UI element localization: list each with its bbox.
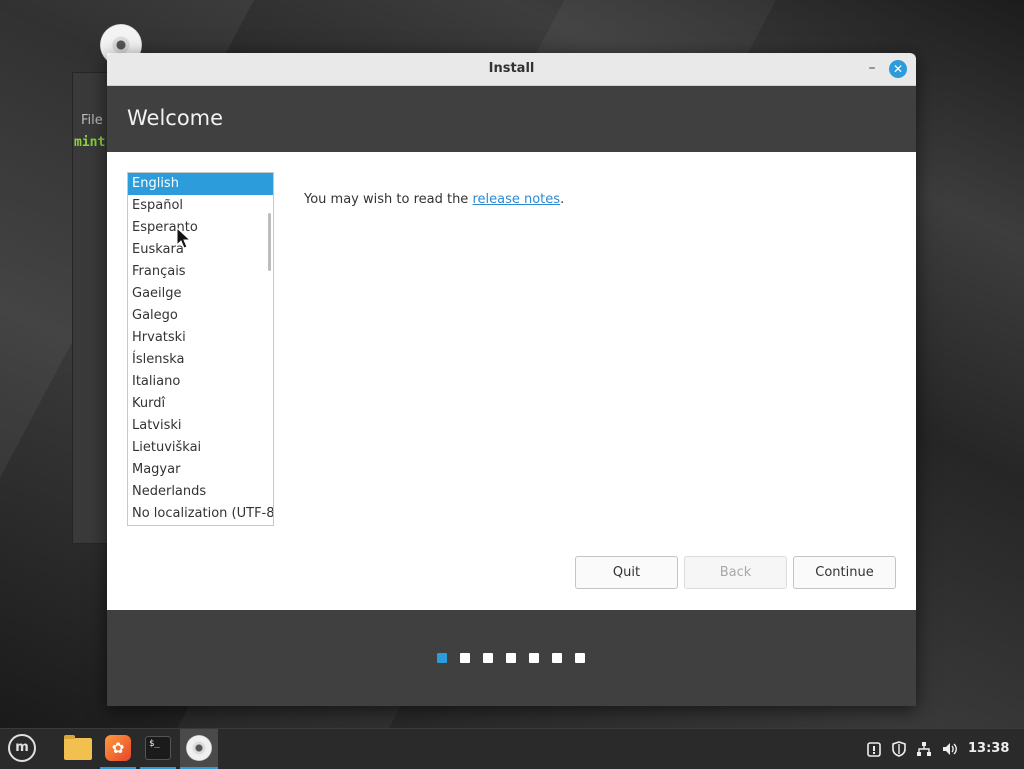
volume-icon[interactable] [939,729,961,769]
network-icon[interactable] [914,729,934,769]
firefox-launcher[interactable]: ✿ [100,729,136,769]
terminal-launcher[interactable]: $_ [140,729,176,769]
progress-step-dot [575,653,585,663]
taskbar: m ✿ $_ 13:38 [0,728,1024,769]
mint-menu-button[interactable]: m [4,729,40,769]
language-item[interactable]: No localization (UTF-8) [128,503,273,525]
language-item[interactable]: Español [128,195,273,217]
content-area: English Español Esperanto Euskara Français Ga… [107,152,916,610]
progress-step-dot [552,653,562,663]
shield-icon[interactable] [889,729,909,769]
progress-step-dot [506,653,516,663]
back-button[interactable]: Back [684,556,787,589]
release-notes-suffix: . [560,192,565,207]
progress-indicator [437,653,585,663]
language-item[interactable]: Latviski [128,415,273,437]
language-item[interactable]: Italiano [128,371,273,393]
language-item[interactable]: English [128,173,273,195]
terminal-prompt: mint [74,135,106,150]
language-list-scrollbar[interactable] [268,213,271,271]
progress-step-dot [437,653,447,663]
footer [107,610,916,706]
page-header: Welcome [107,86,916,152]
titlebar[interactable]: Install – ✕ [107,53,916,86]
language-item[interactable]: Kurdî [128,393,273,415]
language-item[interactable]: Français [128,261,273,283]
terminal-icon: $_ [145,736,171,760]
progress-step-dot [460,653,470,663]
terminal-menu-file[interactable]: File [81,113,103,128]
firefox-icon: ✿ [105,735,131,761]
language-list[interactable]: English Español Esperanto Euskara Français Ga… [127,172,274,526]
language-item[interactable]: Gaeilge [128,283,273,305]
language-item[interactable]: Euskara [128,239,273,261]
folder-icon [64,735,92,760]
release-notes-text: You may wish to read the release notes. [304,192,564,207]
language-item[interactable]: Nederlands [128,481,273,503]
minimize-button[interactable]: – [863,59,881,77]
window-title: Install [488,61,535,76]
language-item[interactable]: Magyar [128,459,273,481]
update-manager-icon[interactable] [864,729,884,769]
quit-button[interactable]: Quit [575,556,678,589]
mint-menu-icon: m [8,734,36,762]
language-item[interactable]: Íslenska [128,349,273,371]
close-button[interactable]: ✕ [889,60,907,78]
continue-button[interactable]: Continue [793,556,896,589]
install-window: Install – ✕ Welcome English Español Espera… [107,53,916,706]
progress-step-dot [529,653,539,663]
install-disc-icon [186,735,212,761]
language-item[interactable]: Esperanto [128,217,273,239]
release-notes-prefix: You may wish to read the [304,192,473,207]
page-title: Welcome [127,106,224,130]
progress-step-dot [483,653,493,663]
release-notes-link[interactable]: release notes [472,192,560,207]
language-item[interactable]: Galego [128,305,273,327]
language-item[interactable]: Hrvatski [128,327,273,349]
clock[interactable]: 13:38 [968,729,1009,769]
language-item[interactable]: Lietuviškai [128,437,273,459]
files-launcher[interactable] [60,729,96,769]
mouse-cursor-icon [176,227,192,249]
install-launcher[interactable] [180,729,218,769]
